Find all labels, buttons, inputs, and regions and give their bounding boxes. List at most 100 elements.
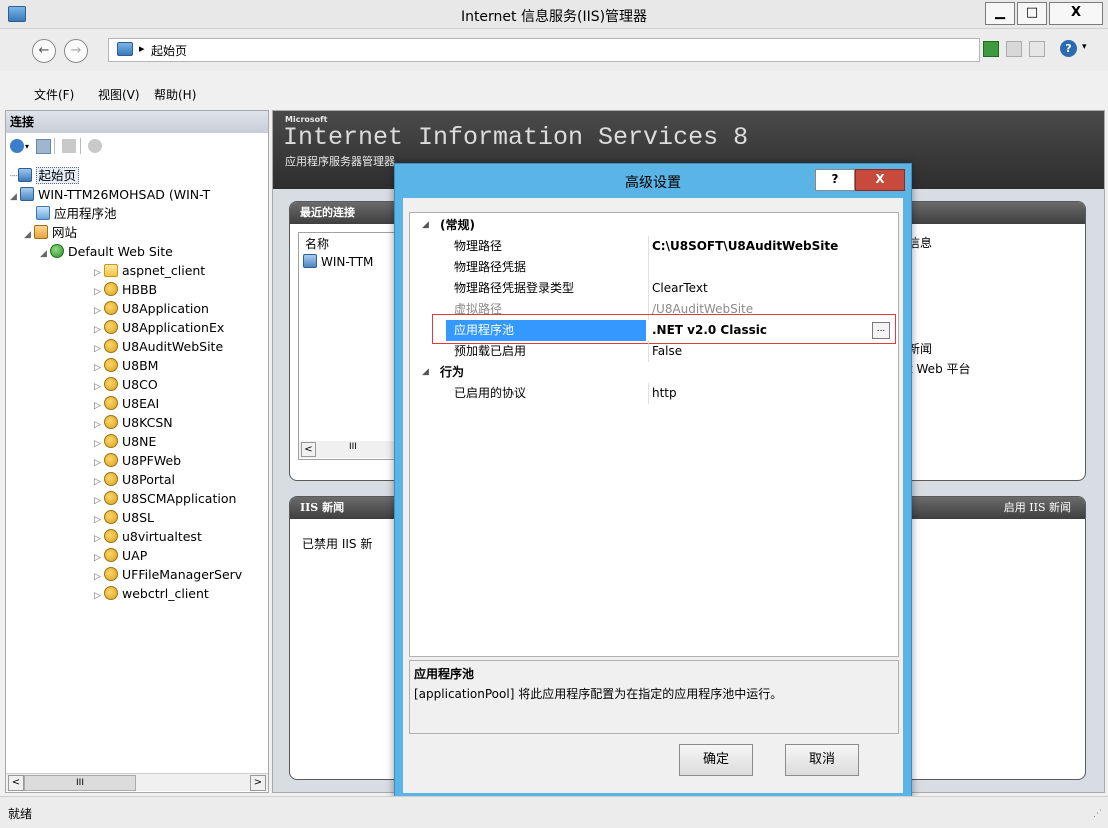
save-icon[interactable]	[36, 139, 51, 154]
resize-grip-icon[interactable]: ⋰	[1093, 809, 1102, 819]
tree-item-u8virtualtest[interactable]: ▷ u8virtualtest	[94, 528, 202, 546]
tree-item-u8eai[interactable]: ▷ U8EAI	[94, 395, 159, 413]
tree-item-hbbb[interactable]: ▷ HBBB	[94, 281, 157, 299]
collapse-icon[interactable]: ◢	[24, 226, 34, 244]
scroll-thumb[interactable]: III	[24, 775, 136, 791]
tree-item-u8application[interactable]: ▷ U8Application	[94, 300, 209, 318]
recent-list: 名称 WIN-TTM < III	[298, 232, 400, 460]
minimize-button[interactable]: ▁	[985, 2, 1015, 25]
menu-file[interactable]: 文件(F)	[34, 86, 74, 103]
property-row-application-pool[interactable]: 应用程序池 .NET v2.0 Classic ...	[410, 314, 898, 344]
tree-item-uap[interactable]: ▷ UAP	[94, 547, 147, 565]
description-text: [applicationPool] 将此应用程序配置为在指定的应用程序池中运行。	[414, 687, 783, 701]
expand-icon[interactable]: ▷	[94, 492, 104, 510]
stop-icon[interactable]	[1006, 41, 1022, 57]
forward-button[interactable]: →	[64, 39, 88, 63]
property-row-enabled-protocols[interactable]: 已启用的协议 http	[410, 383, 898, 404]
column-header-name[interactable]: 名称	[305, 235, 329, 252]
refresh-icon[interactable]	[983, 41, 999, 57]
tree-item-uffilemanagerserv[interactable]: ▷ UFFileManagerServ	[94, 566, 242, 584]
description-title: 应用程序池	[414, 667, 475, 681]
tree-item-server[interactable]: ◢ WIN-TTM26MOHSAD (WIN-T	[10, 186, 210, 204]
app-pool-icon	[36, 206, 50, 220]
property-row-preload-enabled[interactable]: 预加载已启用 False	[410, 341, 898, 362]
tree-item-u8portal[interactable]: ▷ U8Portal	[94, 471, 175, 489]
expand-icon[interactable]: ▷	[94, 473, 104, 491]
expand-icon[interactable]: ▷	[94, 359, 104, 377]
address-bar[interactable]: ▸ 起始页	[108, 38, 980, 62]
web-platform-snippet[interactable]: t Web 平台	[908, 360, 971, 377]
expand-icon[interactable]: ▷	[94, 530, 104, 548]
tree-item-u8applicationex[interactable]: ▷ U8ApplicationEx	[94, 319, 224, 337]
expand-icon[interactable]: ▷	[94, 340, 104, 358]
dialog-help-button[interactable]: ?	[815, 169, 855, 191]
connect-icon[interactable]	[10, 139, 24, 153]
advanced-settings-dialog: 高级设置 ? X ◢ (常规) 物理路径 C:\U8SOFT\U8AuditWe…	[394, 163, 912, 802]
enable-iis-news-link[interactable]: 启用 IIS 新闻	[1004, 497, 1071, 519]
expand-icon[interactable]: ▷	[94, 454, 104, 472]
expand-icon[interactable]: ▷	[94, 321, 104, 339]
expand-icon[interactable]: ▷	[94, 511, 104, 529]
tree-item-start-page[interactable]: ┈ 起始页	[10, 167, 80, 185]
expand-icon[interactable]: ▷	[94, 378, 104, 396]
expand-icon[interactable]: ▷	[94, 302, 104, 320]
expand-icon[interactable]: ▷	[94, 549, 104, 567]
scroll-left-icon[interactable]: <	[301, 442, 316, 457]
toolbar-divider	[54, 138, 55, 154]
tree-item-u8auditwebsite[interactable]: ▷ U8AuditWebSite	[94, 338, 223, 356]
tree-item-aspnet-client[interactable]: ▷ aspnet_client	[94, 262, 205, 280]
application-icon	[104, 358, 118, 372]
scroll-right-icon[interactable]: >	[250, 775, 266, 791]
tree-item-default-web-site[interactable]: ◢ Default Web Site	[40, 243, 173, 261]
collapse-icon[interactable]: ◢	[422, 362, 429, 383]
up-level-icon[interactable]	[62, 139, 76, 153]
dialog-close-button[interactable]: X	[855, 169, 905, 191]
product-name: Internet Information Services 8	[283, 123, 749, 152]
tree-item-u8co[interactable]: ▷ U8CO	[94, 376, 158, 394]
connect-dropdown-icon[interactable]: ▾	[25, 142, 29, 151]
cancel-button[interactable]: 取消	[785, 744, 859, 776]
collapse-icon[interactable]: ◢	[422, 215, 429, 236]
tree-item-app-pools[interactable]: 应用程序池	[36, 205, 117, 223]
ok-button[interactable]: 确定	[679, 744, 753, 776]
column-divider	[648, 236, 649, 257]
collapse-icon[interactable]: ◢	[40, 245, 50, 263]
scroll-thumb[interactable]: III	[349, 442, 357, 452]
connections-hscrollbar[interactable]: < III >	[6, 773, 268, 791]
server-icon	[20, 187, 34, 201]
home-icon[interactable]	[1029, 41, 1045, 57]
tree-item-u8ne[interactable]: ▷ U8NE	[94, 433, 156, 451]
tree-item-u8pfweb[interactable]: ▷ U8PFWeb	[94, 452, 181, 470]
scroll-left-icon[interactable]: <	[8, 775, 24, 791]
expand-icon[interactable]: ▷	[94, 416, 104, 434]
expand-icon[interactable]: ▷	[94, 283, 104, 301]
tree-item-u8sl[interactable]: ▷ U8SL	[94, 509, 154, 527]
menu-view[interactable]: 视图(V)	[98, 86, 140, 103]
expand-icon[interactable]: ▷	[94, 587, 104, 605]
tree-item-u8scmapplication[interactable]: ▷ U8SCMApplication	[94, 490, 236, 508]
collapse-icon[interactable]: ◢	[10, 188, 20, 206]
help-dropdown-icon[interactable]: ▾	[1082, 42, 1087, 52]
close-button[interactable]: X	[1049, 2, 1103, 25]
expand-icon[interactable]: ▷	[94, 435, 104, 453]
tree-item-webctrl-client[interactable]: ▷ webctrl_client	[94, 585, 209, 603]
group-behavior[interactable]: ◢ 行为	[410, 362, 898, 383]
property-row-logon-type[interactable]: 物理路径凭据登录类型 ClearText	[410, 278, 898, 299]
help-icon[interactable]: ?	[1060, 40, 1077, 57]
recent-list-item[interactable]: WIN-TTM	[303, 254, 373, 269]
tree-item-u8bm[interactable]: ▷ U8BM	[94, 357, 158, 375]
recent-hscrollbar[interactable]: < III	[299, 441, 399, 458]
remove-connection-icon[interactable]	[88, 139, 102, 153]
property-row-physical-path-credentials[interactable]: 物理路径凭据	[410, 257, 898, 278]
tree-item-u8kcsn[interactable]: ▷ U8KCSN	[94, 414, 173, 432]
expand-icon[interactable]: ▷	[94, 568, 104, 586]
maximize-button[interactable]: □	[1017, 2, 1047, 25]
back-button[interactable]: ←	[32, 39, 56, 63]
menu-help[interactable]: 帮助(H)	[154, 86, 196, 103]
group-general[interactable]: ◢ (常规)	[410, 215, 898, 236]
property-row-physical-path[interactable]: 物理路径 C:\U8SOFT\U8AuditWebSite	[410, 236, 898, 257]
tree-item-sites[interactable]: ◢ 网站	[24, 224, 77, 242]
expand-icon[interactable]: ▷	[94, 264, 104, 282]
expand-icon[interactable]: ▷	[94, 397, 104, 415]
column-divider	[648, 278, 649, 299]
